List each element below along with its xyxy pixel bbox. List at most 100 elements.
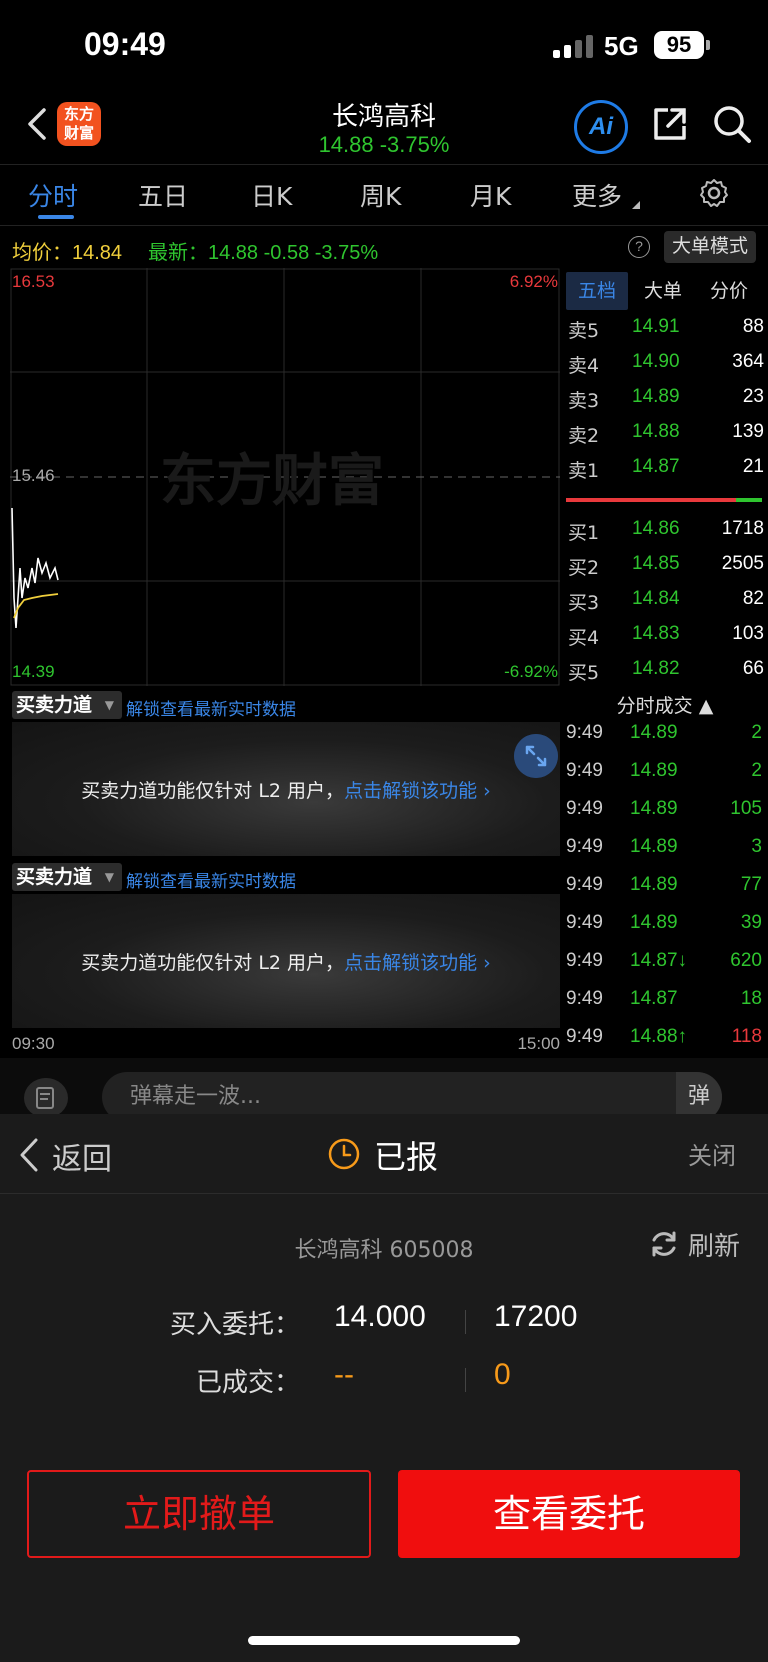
l2-lock-text: 买卖力道功能仅针对 L2 用户，	[81, 952, 345, 974]
level-price: 14.89	[632, 386, 680, 407]
chart-low-percent: -6.92%	[504, 662, 558, 681]
battery-icon: 95	[654, 31, 704, 59]
divider	[465, 1310, 466, 1334]
view-orders-button[interactable]: 查看委托	[398, 1470, 740, 1558]
tab-big-orders[interactable]: 大单	[632, 272, 694, 310]
tick-row: 9:49 14.87↓ 620	[566, 944, 762, 980]
level-volume: 88	[742, 316, 764, 337]
tab-price-volume[interactable]: 分价	[698, 272, 760, 310]
level-label: 买5	[568, 662, 600, 684]
tick-time: 9:49	[566, 950, 603, 971]
tab-five-levels[interactable]: 五档	[566, 272, 628, 310]
tick-price: 14.89	[630, 722, 678, 743]
tick-volume: 105	[730, 798, 762, 819]
clock-icon	[328, 1138, 360, 1170]
tick-row: 9:49 14.89 2	[566, 716, 762, 752]
indicator-dropdown-label: 买卖力道	[16, 866, 93, 888]
unlock-realtime-link[interactable]: 解锁查看最新实时数据	[126, 695, 296, 720]
expand-icon[interactable]	[514, 734, 558, 778]
big-order-mode-button[interactable]: 大单模式	[664, 231, 756, 263]
order-status-label: 已报	[374, 1138, 439, 1176]
sheet-back-button[interactable]: 返回	[18, 1134, 128, 1177]
level-volume: 103	[732, 623, 764, 644]
search-icon[interactable]	[710, 102, 754, 146]
tick-volume: 118	[731, 1026, 762, 1047]
price-line	[11, 507, 59, 629]
home-indicator	[248, 1636, 520, 1645]
tab-five-day[interactable]: 五日	[138, 177, 188, 213]
ask-row: 卖1 14.87 21	[568, 452, 764, 487]
indicator-dropdown-label: 买卖力道	[16, 694, 93, 716]
average-price: 均价：14.84	[12, 242, 123, 264]
order-status-title: 已报	[328, 1132, 448, 1176]
tick-price: 14.89	[630, 798, 678, 819]
refresh-button[interactable]: 刷新	[646, 1224, 756, 1264]
l2-lock-message: 买卖力道功能仅针对 L2 用户，点击解锁该功能 ›	[12, 776, 560, 803]
ask-row: 卖4 14.90 364	[568, 347, 764, 382]
danmaku-bar: 弹幕走一波... 弹	[0, 1058, 768, 1122]
level-price: 14.88	[632, 421, 680, 442]
level-label: 买1	[568, 522, 600, 544]
tab-more[interactable]: 更多	[572, 177, 622, 213]
note-icon[interactable]	[24, 1078, 68, 1118]
order-status-sheet: 返回 已报 关闭 长鸿高科 605008 刷新 买入委托： 14.000 172…	[0, 1114, 768, 1662]
battery-tip	[706, 40, 710, 50]
tab-monthly-k[interactable]: 月K	[470, 177, 511, 213]
bid-row: 买2 14.85 2505	[568, 549, 764, 584]
tick-time: 9:49	[566, 988, 603, 1009]
dropdown-triangle-icon: ▼	[104, 698, 114, 712]
unlock-feature-link-2[interactable]: 点击解锁该功能 ›	[344, 952, 491, 974]
tab-weekly-k[interactable]: 周K	[360, 177, 401, 213]
level-price: 14.82	[632, 658, 680, 679]
share-icon[interactable]	[648, 102, 692, 146]
cancel-order-button[interactable]: 立即撤单	[27, 1470, 371, 1558]
l2-indicator-bar: 买卖力道 ▼ 解锁查看最新实时数据	[12, 688, 560, 720]
time-axis: 09:30 15:00	[12, 1030, 560, 1056]
tick-volume: 18	[740, 988, 762, 1009]
buy-order-label: 买入委托：	[169, 1310, 300, 1340]
tick-time: 9:49	[566, 1026, 603, 1047]
settings-gear-icon[interactable]	[698, 177, 730, 209]
network-type: 5G	[604, 31, 639, 61]
tick-price: 14.89	[630, 874, 678, 895]
unlock-feature-link[interactable]: 点击解锁该功能 ›	[344, 780, 491, 802]
level-volume: 1718	[721, 518, 764, 539]
level-volume: 66	[742, 658, 764, 679]
unlock-realtime-link-2[interactable]: 解锁查看最新实时数据	[126, 867, 296, 892]
level-label: 买4	[568, 627, 600, 649]
tick-time: 9:49	[566, 874, 603, 895]
tick-price: 14.89	[630, 912, 678, 933]
sheet-header: 返回 已报 关闭	[0, 1114, 768, 1194]
buy-order-price: 14.000	[334, 1300, 426, 1333]
l2-locked-panel-2: 买卖力道功能仅针对 L2 用户，点击解锁该功能 ›	[12, 894, 560, 1028]
tick-time: 9:49	[566, 760, 603, 781]
quote-summary: 均价：14.84 最新：14.88 -0.58 -3.75% ? 大单模式	[0, 228, 768, 268]
tick-time: 9:49	[566, 912, 603, 933]
indicator-dropdown[interactable]: 买卖力道 ▼	[12, 691, 122, 719]
tab-daily-k[interactable]: 日K	[251, 177, 292, 213]
tab-intraday[interactable]: 分时	[28, 177, 78, 213]
tick-price: 14.89	[630, 760, 678, 781]
signal-icon	[553, 34, 595, 58]
bid-row: 买5 14.82 66	[568, 654, 764, 689]
divider	[465, 1368, 466, 1392]
ai-assistant-button[interactable]: Ai	[574, 100, 628, 154]
level-label: 卖2	[568, 425, 600, 447]
dropdown-triangle-icon: ▼	[104, 870, 114, 884]
active-tab-indicator	[38, 215, 74, 219]
level-price: 14.85	[632, 553, 680, 574]
tick-volume: 2	[751, 722, 762, 743]
chart-mid-price: 15.46	[12, 466, 55, 485]
latest-price: 最新：14.88 -0.58 -3.75%	[148, 242, 379, 264]
buy-sell-ratio-bar	[566, 498, 762, 502]
help-icon[interactable]: ?	[628, 236, 650, 258]
intraday-chart[interactable]: 东方财富 16.53 6.92% 15.46 14.39 -6.92%	[10, 268, 560, 686]
chart-high-percent: 6.92%	[509, 272, 558, 291]
indicator-dropdown-2[interactable]: 买卖力道 ▼	[12, 863, 122, 891]
level-volume: 2505	[721, 553, 764, 574]
close-button[interactable]: 关闭	[688, 1136, 736, 1171]
bid-row: 买3 14.84 82	[568, 584, 764, 619]
average-line	[13, 593, 59, 619]
level-volume: 82	[742, 588, 764, 609]
status-time: 09:49	[84, 26, 166, 62]
